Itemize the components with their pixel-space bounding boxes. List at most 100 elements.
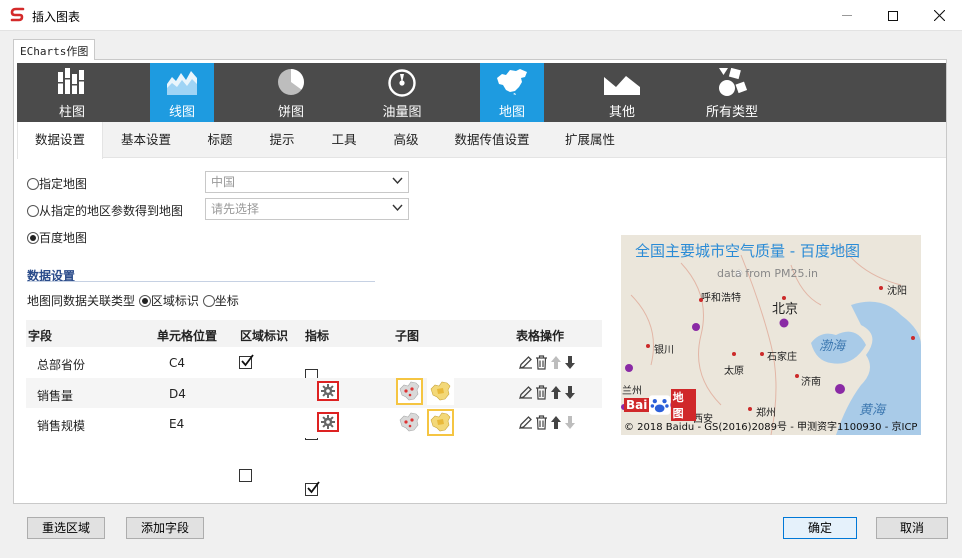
param-map-select[interactable]: 请先选择 (205, 198, 409, 220)
maximize-icon (888, 10, 898, 21)
region-id-checkbox[interactable] (239, 469, 252, 482)
subchart-map-option[interactable] (427, 378, 454, 405)
reselect-area-button[interactable]: 重选区域 (27, 517, 105, 539)
chart-type-label: 线图 (168, 105, 195, 120)
chart-type-all[interactable]: 所有类型 (700, 63, 764, 122)
col-header-actions: 表格操作 (516, 329, 565, 343)
radio-label: 百度地图 (39, 231, 88, 245)
field-name: 销售量 (37, 389, 74, 403)
tab-data-settings[interactable]: 数据设置 (17, 122, 103, 159)
chart-type-label: 柱图 (58, 105, 85, 120)
cancel-button[interactable]: 取消 (876, 517, 948, 539)
check-icon (307, 481, 320, 494)
table-row[interactable] (26, 378, 602, 408)
delete-icon[interactable] (535, 385, 548, 400)
pie-chart-icon (278, 69, 304, 95)
tab-tools[interactable]: 工具 (318, 122, 370, 158)
move-up-icon[interactable] (550, 415, 562, 430)
specified-map-select[interactable]: 中国 (205, 171, 409, 193)
move-down-icon[interactable] (564, 415, 576, 430)
select-placeholder: 请先选择 (211, 202, 260, 216)
edit-icon[interactable] (518, 355, 533, 370)
radio-specified-map[interactable]: 指定地图 (27, 175, 87, 192)
chart-type-label: 其他 (608, 105, 635, 120)
region-id-checkbox[interactable] (239, 354, 254, 369)
cell-position: D4 (169, 387, 186, 401)
ok-button[interactable]: 确定 (783, 517, 857, 539)
baidu-logo-text: 地图 (670, 389, 696, 421)
metric-settings-button[interactable] (317, 381, 339, 401)
chevron-down-icon (392, 204, 403, 212)
select-value: 中国 (211, 175, 236, 189)
gear-icon (321, 384, 335, 398)
move-down-icon[interactable] (564, 385, 576, 400)
radio-coordinate[interactable]: 坐标 (202, 294, 239, 308)
map-thumbnail-icon (430, 412, 451, 432)
baidu-logo-text: Bai (624, 398, 650, 412)
tab-tooltip[interactable]: 提示 (256, 122, 308, 158)
subchart-map-option[interactable] (396, 409, 423, 436)
tab-data-passing[interactable]: 数据传值设置 (446, 122, 538, 158)
china-map-icon (497, 69, 527, 95)
section-divider (27, 281, 375, 282)
subchart-map-option[interactable] (427, 409, 454, 436)
col-header-region: 区域标识 (240, 329, 289, 343)
radio-baidu-map[interactable]: 百度地图 (27, 229, 87, 246)
paw-icon (649, 395, 671, 415)
chart-type-label: 所有类型 (705, 105, 758, 120)
chart-type-bar[interactable]: 柱图 (40, 63, 104, 122)
chart-type-label: 油量图 (382, 105, 422, 120)
tab-extended[interactable]: 扩展属性 (556, 122, 624, 158)
field-name: 总部省份 (37, 358, 86, 372)
row-actions (518, 355, 576, 370)
col-header-subchart: 子图 (395, 329, 420, 343)
title-bar (0, 0, 962, 31)
cell-position: E4 (169, 417, 185, 431)
radio-circle (27, 232, 39, 244)
subchart-map-option[interactable] (396, 378, 423, 405)
chart-type-other[interactable]: 其他 (590, 63, 654, 122)
table-row[interactable] (26, 408, 602, 438)
radio-param-map[interactable]: 从指定的地区参数得到地图 (27, 202, 183, 219)
map-thumbnail-icon (430, 381, 451, 401)
map-thumbnail-icon (399, 412, 420, 432)
chart-type-gauge[interactable]: 油量图 (370, 63, 434, 122)
chart-type-pie[interactable]: 饼图 (259, 63, 323, 122)
radio-circle (202, 295, 215, 307)
metric-checkbox[interactable] (305, 481, 320, 496)
app-logo-icon (9, 6, 27, 24)
close-button[interactable] (916, 0, 962, 31)
chart-type-line[interactable]: 线图 (150, 63, 214, 122)
tab-echarts[interactable]: ECharts作图 (13, 39, 95, 60)
tab-title[interactable]: 标题 (192, 122, 248, 158)
chart-type-label: 地图 (498, 105, 525, 120)
window-title: 插入图表 (32, 10, 81, 24)
tab-basic-settings[interactable]: 基本设置 (112, 122, 180, 158)
minimize-icon (842, 15, 852, 16)
map-copyright: © 2018 Baidu - GS(2016)2089号 - 甲测资字11009… (624, 422, 918, 433)
close-icon (933, 10, 945, 21)
minimize-button[interactable] (824, 0, 870, 31)
move-up-icon[interactable] (550, 385, 562, 400)
mountain-icon (604, 76, 640, 95)
col-header-metric: 指标 (305, 329, 330, 343)
tab-advanced[interactable]: 高级 (380, 122, 432, 158)
move-down-icon[interactable] (564, 355, 576, 370)
gear-icon (321, 415, 335, 429)
edit-icon[interactable] (518, 385, 533, 400)
field-name: 销售规模 (37, 419, 86, 433)
area-chart-icon (167, 71, 197, 95)
chart-type-map[interactable]: 地图 (480, 63, 544, 122)
radio-circle (27, 205, 39, 217)
radio-region-id[interactable]: 区域标识 (138, 294, 199, 308)
row-actions (518, 415, 576, 430)
edit-icon[interactable] (518, 415, 533, 430)
metric-settings-button[interactable] (317, 412, 339, 432)
bar-chart-icon (58, 68, 84, 94)
move-up-icon[interactable] (550, 355, 562, 370)
delete-icon[interactable] (535, 355, 548, 370)
radio-circle (138, 295, 151, 307)
add-field-button[interactable]: 添加字段 (126, 517, 204, 539)
maximize-button[interactable] (870, 0, 916, 31)
delete-icon[interactable] (535, 415, 548, 430)
